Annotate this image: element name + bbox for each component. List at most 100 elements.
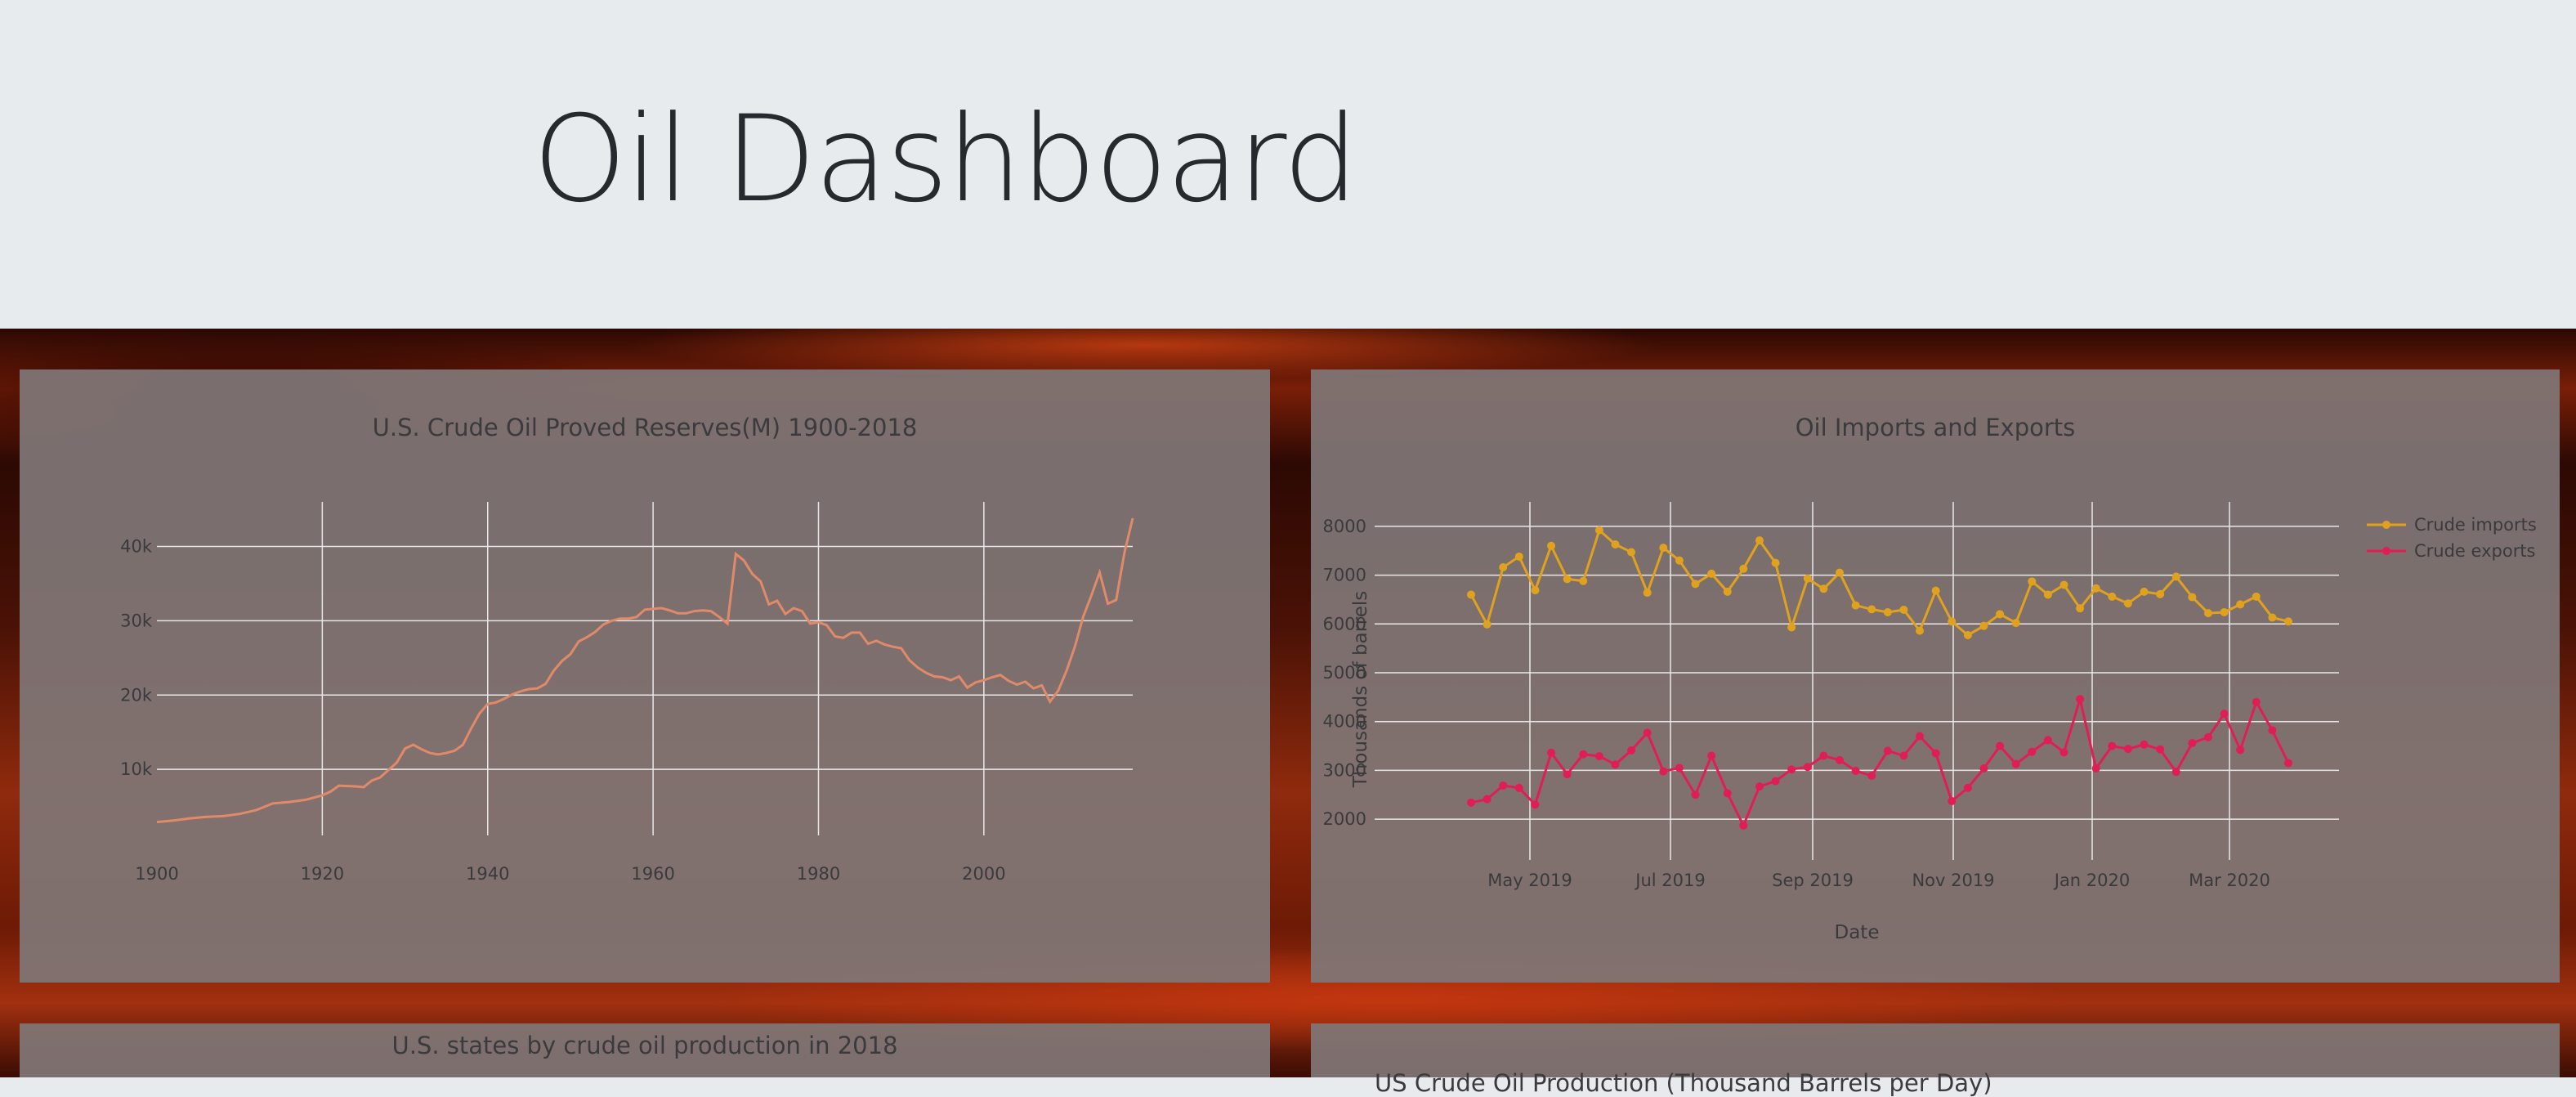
trade-imports-point [1659,544,1668,553]
reserves-y-tick-label: 30k [120,611,153,630]
trade-exports-point [1948,797,1957,806]
trade-y-tick-label: 2000 [1323,809,1366,829]
trade-y-axis-title: Thousands of barrels [1350,591,1371,789]
reserves-x-tick-label: 1960 [631,864,674,884]
reserves-y-tick-label: 10k [120,759,153,779]
trade-exports-point [1996,741,2005,750]
page-title: Oil Dashboard [533,90,1359,229]
legend-imports-marker [2382,521,2390,529]
trade-exports-point [2268,726,2277,735]
trade-imports-point [1803,574,1812,583]
trade-imports-point [1916,626,1925,635]
trade-imports-point [1996,610,2005,619]
legend-exports-marker [2382,547,2390,555]
trade-exports-point [1514,783,1523,792]
legend-imports-label: Crude imports [2414,515,2537,535]
trade-imports-point [2108,592,2117,601]
trade-imports-point [1819,584,1828,593]
trade-imports-point [2188,593,2197,602]
trade-exports-point [2140,740,2149,749]
trade-imports-point [1755,536,1764,545]
trade-exports-point [1611,760,1620,769]
trade-imports-point [1931,586,1940,595]
trade-imports-point [1867,605,1876,614]
trade-x-tick-label: Jul 2019 [1634,871,1705,890]
trade-exports-point [1499,781,1508,790]
reserves-x-tick-label: 2000 [962,864,1005,884]
trade-exports-point [1594,752,1603,761]
trade-exports-point [1563,770,1572,779]
trade-imports-point [2076,604,2085,613]
trade-exports-point [2011,759,2020,768]
production-chart-title: US Crude Oil Production (Thousand Barrel… [1375,1069,1992,1097]
trade-chart-panel: Oil Imports and Exports 2000 3000 4000 5000… [1311,369,2560,983]
trade-exports-point [1867,771,1876,780]
trade-exports-point [2236,746,2245,754]
states-chart-panel: U.S. states by crude oil production in 2… [20,1023,1270,1077]
trade-imports-point [1483,620,1491,629]
trade-exports-point [1483,795,1491,804]
trade-exports-point [2156,745,2165,754]
trade-imports-point [1707,569,1716,578]
states-chart-title: U.S. states by crude oil production in 2… [391,1032,898,1059]
trade-exports-point [1835,755,1844,764]
trade-exports-point [1851,767,1860,776]
trade-exports-point [2043,736,2052,745]
trade-exports-point [1883,746,1892,755]
trade-exports-point [2171,768,2180,777]
reserves-y-tick-label: 40k [120,537,153,557]
trade-x-tick-label: May 2019 [1487,871,1572,890]
trade-imports-point [2203,609,2212,618]
trade-exports-point [2284,759,2292,768]
reserves-x-tick-label: 1980 [797,864,840,884]
trade-imports-point [1611,540,1620,548]
trade-imports-point [1883,607,1892,616]
trade-exports-point [1771,777,1780,786]
trade-imports-point [2220,607,2229,616]
trade-exports-point [2059,748,2068,757]
trade-exports-point [1627,746,1636,754]
trade-exports-point [1819,751,1828,760]
trade-imports-point [2268,613,2277,622]
trade-imports-point [2028,577,2037,586]
trade-exports-point [2076,695,2085,704]
trade-y-tick-label: 7000 [1323,566,1366,585]
trade-imports-point [2156,589,2165,598]
trade-imports-point [1899,605,1908,614]
trade-imports-point [1963,631,1972,640]
trade-y-tick-label: 8000 [1323,517,1366,536]
trade-imports-point [2171,572,2180,581]
trade-exports-point [2203,732,2212,741]
trade-exports-point [2028,747,2037,756]
trade-exports-point [1531,800,1540,809]
trade-exports-point [1579,750,1588,759]
legend-exports-label: Crude exports [2414,541,2536,561]
trade-exports-point [2108,741,2117,750]
trade-imports-point [2059,580,2068,589]
trade-exports-point [1723,789,1732,798]
trade-exports-point [1803,763,1812,772]
trade-exports-point [1467,798,1475,807]
trade-exports-point [1963,783,1972,792]
trade-imports-point [1514,552,1523,561]
trade-x-tick-label: Sep 2019 [1772,871,1854,890]
reserves-x-tick-label: 1920 [301,864,344,884]
trade-exports-point [1707,751,1716,760]
trade-imports-point [1643,589,1652,598]
trade-exports-point [1659,767,1668,776]
trade-imports-point [1675,556,1684,565]
trade-x-tick-label: Mar 2020 [2189,871,2270,890]
trade-imports-point [1499,563,1508,572]
trade-imports-point [1467,590,1475,599]
trade-imports-point [2252,592,2261,601]
reserves-line-chart[interactable]: 10k 20k 30k 40k 1900 1920 1940 1960 1980 2000 [20,369,1270,983]
trade-imports-point [1979,621,1988,630]
trade-exports-point [1899,751,1908,760]
trade-imports-point [1531,586,1540,595]
trade-line-chart[interactable]: 2000300040005000600070008000May 2019 Jul … [1311,369,2560,983]
trade-x-axis-title: Date [1835,922,1880,943]
trade-imports-point [1723,587,1732,596]
trade-exports-line [1470,694,2290,829]
trade-imports-point [2284,617,2292,626]
trade-exports-point [1787,765,1796,774]
